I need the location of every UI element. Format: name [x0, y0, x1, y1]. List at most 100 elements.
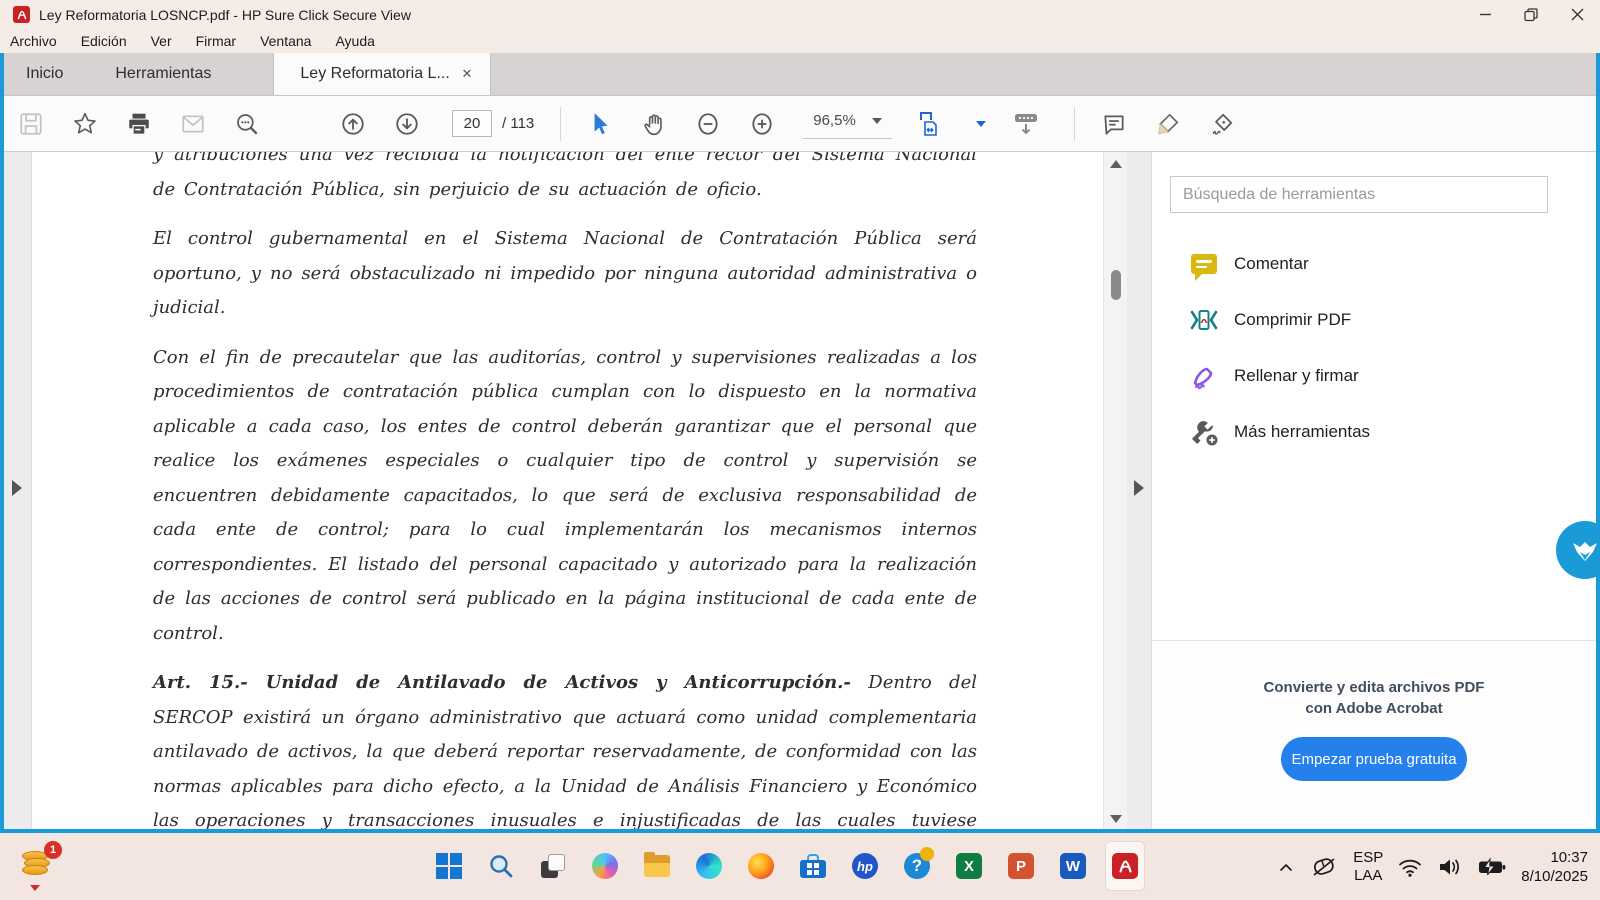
article-heading: Art. 15.- Unidad de Antilavado de Activo… [153, 672, 851, 693]
menu-archivo[interactable]: Archivo [10, 33, 57, 49]
tab-close-icon[interactable]: ✕ [457, 64, 476, 84]
tab-document[interactable]: Ley Reformatoria L... ✕ [273, 53, 491, 95]
system-tray: ESP LAA 10:37 8/10/2025 [1277, 833, 1600, 900]
tool-comprimir-pdf[interactable]: Comprimir PDF [1152, 292, 1596, 348]
widgets-coins-icon[interactable]: 1 [20, 845, 60, 889]
help-app-button[interactable]: ? [897, 841, 937, 891]
email-button[interactable] [180, 111, 206, 137]
search-tool-icon[interactable] [234, 111, 260, 137]
powerpoint-button[interactable]: P [1001, 841, 1041, 891]
close-window-button[interactable] [1554, 0, 1600, 29]
edge-button[interactable] [689, 841, 729, 891]
copilot-button[interactable] [585, 841, 625, 891]
zoom-level-dropdown[interactable]: 96,5% [803, 108, 892, 139]
firefox-button[interactable] [741, 841, 781, 891]
zoom-in-button[interactable] [749, 111, 775, 137]
menu-edicion[interactable]: Edición [81, 33, 127, 49]
vertical-scrollbar[interactable] [1103, 152, 1127, 829]
tray-time: 10:37 [1521, 848, 1588, 867]
copilot-icon [592, 853, 618, 879]
page-number-input[interactable] [452, 110, 492, 137]
excel-button[interactable]: X [949, 841, 989, 891]
tab-inicio[interactable]: Inicio [0, 53, 89, 95]
title-bar: Ley Reformatoria LOSNCP.pdf - HP Sure Cl… [0, 0, 1600, 29]
highlight-tool-button[interactable] [1155, 111, 1181, 137]
scroll-up-icon[interactable] [1110, 160, 1122, 168]
fit-width-dropdown-icon[interactable] [976, 121, 986, 127]
chevron-down-icon [872, 118, 882, 124]
acrobat-button-active[interactable] [1105, 841, 1145, 891]
tools-search-input[interactable] [1170, 176, 1548, 213]
tab-herramientas[interactable]: Herramientas [89, 53, 237, 95]
previous-page-button[interactable] [340, 111, 366, 137]
task-view-button[interactable] [533, 841, 573, 891]
menu-ayuda[interactable]: Ayuda [335, 33, 374, 49]
fill-sign-tool-button[interactable] [1209, 111, 1235, 137]
expand-tools-panel-icon[interactable] [1134, 480, 1144, 496]
more-tools-icon [1188, 416, 1220, 448]
zoom-level-value: 96,5% [813, 112, 856, 129]
secure-border-right [1596, 53, 1600, 833]
toolbar-divider [1074, 107, 1075, 141]
tool-rellenar-firmar[interactable]: Rellenar y firmar [1152, 348, 1596, 404]
help-icon: ? [904, 853, 930, 879]
tab-document-label: Ley Reformatoria L... [300, 65, 449, 83]
fit-width-button[interactable] [914, 111, 948, 137]
scroll-down-icon[interactable] [1110, 815, 1122, 823]
select-tool-button[interactable] [587, 111, 613, 137]
hp-logo-icon: hp [852, 853, 878, 879]
taskbar-search-button[interactable] [481, 841, 521, 891]
comment-tool-button[interactable] [1101, 111, 1127, 137]
tools-list: Comentar Comprimir PDF Rellenar y firmar… [1152, 236, 1596, 460]
firefox-icon [748, 853, 774, 879]
menu-ver[interactable]: Ver [151, 33, 172, 49]
hp-app-button[interactable]: hp [845, 841, 885, 891]
document-page[interactable]: y atribuciones una vez recibida la notif… [32, 152, 1103, 829]
right-panel-strip [1127, 152, 1152, 829]
file-explorer-button[interactable] [637, 841, 677, 891]
word-button[interactable]: W [1053, 841, 1093, 891]
tool-mas-herramientas[interactable]: Más herramientas [1152, 404, 1596, 460]
volume-icon[interactable] [1437, 856, 1463, 878]
folder-icon [644, 855, 670, 877]
tray-chevron-up-icon[interactable] [1277, 858, 1295, 876]
microsoft-store-button[interactable] [793, 841, 833, 891]
fill-sign-icon [1188, 360, 1220, 392]
store-icon [800, 854, 826, 878]
document-text: y atribuciones una vez recibida la notif… [153, 152, 977, 829]
start-free-trial-button[interactable]: Empezar prueba gratuita [1281, 737, 1467, 781]
acrobat-promo: Convierte y edita archivos PDF con Adobe… [1152, 640, 1596, 829]
minimize-button[interactable] [1462, 0, 1508, 29]
menu-firmar[interactable]: Firmar [196, 33, 236, 49]
toolbar: / 113 96,5% [0, 96, 1600, 152]
save-button[interactable] [18, 111, 44, 137]
clock[interactable]: 10:37 8/10/2025 [1521, 848, 1588, 886]
comment-icon [1188, 248, 1220, 280]
taskbar: 1 [0, 833, 1600, 900]
star-button[interactable] [72, 111, 98, 137]
zoom-out-button[interactable] [695, 111, 721, 137]
print-button[interactable] [126, 111, 152, 137]
wifi-icon[interactable] [1397, 856, 1423, 878]
menu-ventana[interactable]: Ventana [260, 33, 311, 49]
word-icon: W [1060, 853, 1086, 879]
task-view-icon [540, 853, 566, 879]
restore-button[interactable] [1508, 0, 1554, 29]
touchpad-disabled-icon[interactable] [1309, 854, 1339, 880]
hand-tool-button[interactable] [641, 111, 667, 137]
start-button[interactable] [429, 841, 469, 891]
acrobat-pdf-icon [13, 6, 30, 23]
desktop-screen: Ley Reformatoria LOSNCP.pdf - HP Sure Cl… [0, 0, 1600, 900]
secure-border-left [0, 53, 4, 833]
scrollbar-thumb[interactable] [1111, 270, 1121, 300]
page-scrolling-button[interactable] [1010, 111, 1042, 137]
tool-comentar[interactable]: Comentar [1152, 236, 1596, 292]
paragraph: Con el fin de precautelar que las audito… [153, 341, 977, 652]
open-left-panel-icon[interactable] [12, 480, 22, 496]
battery-icon[interactable] [1477, 857, 1507, 877]
language-indicator[interactable]: ESP LAA [1353, 849, 1383, 885]
next-page-button[interactable] [394, 111, 420, 137]
notification-badge: 1 [44, 841, 62, 859]
page-count-label: / 113 [502, 115, 534, 132]
secure-border-bottom [0, 829, 1600, 833]
